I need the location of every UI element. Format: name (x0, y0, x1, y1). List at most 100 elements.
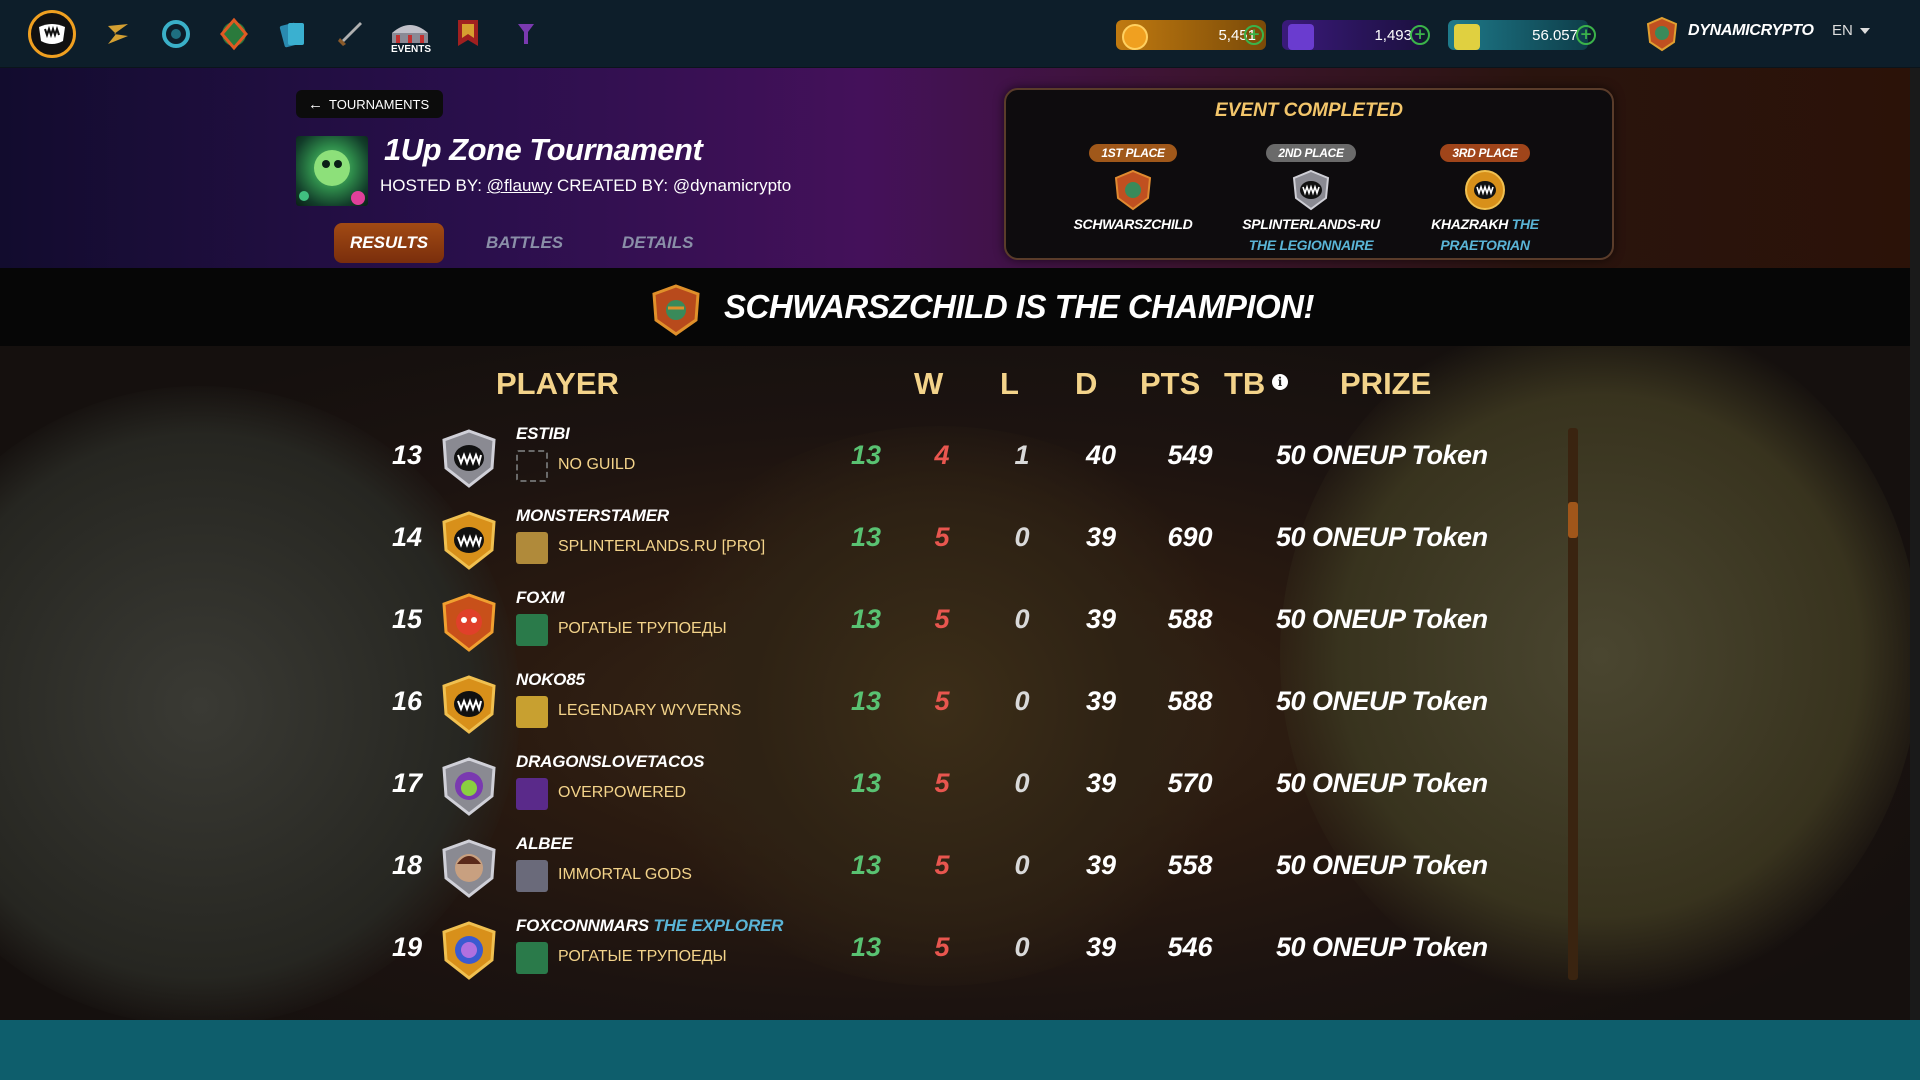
add-credits-button[interactable]: + (1576, 25, 1596, 45)
sword-icon[interactable] (328, 12, 372, 56)
guild-crest-icon (516, 532, 548, 564)
cards-icon[interactable] (270, 12, 314, 56)
points: 39 (1085, 604, 1117, 634)
user-avatar[interactable] (1645, 16, 1679, 52)
player-avatar (442, 839, 496, 898)
player-name[interactable]: DRAGONSLOVETACOS (516, 752, 704, 772)
guild-name[interactable]: OVERPOWERED (558, 784, 686, 802)
credits-balance[interactable]: 56.057 (1448, 20, 1588, 50)
guild-banner-icon[interactable] (446, 12, 490, 56)
first-place-name: SCHWARSZCHILD (1073, 216, 1193, 232)
prize: 50 ONEUP Token (1276, 932, 1488, 962)
player-name[interactable]: NOKO85 (516, 670, 585, 690)
prize: 50 ONEUP Token (1276, 768, 1488, 798)
host-info: HOSTED BY: @flauwy CREATED BY: @dynamicr… (380, 176, 791, 196)
draws: 0 (1014, 686, 1030, 716)
credits-icon (1454, 24, 1480, 50)
draws: 0 (1014, 850, 1030, 880)
wins: 13 (850, 850, 882, 880)
col-header-d: D (1075, 366, 1098, 401)
points: 40 (1085, 440, 1117, 470)
add-sps-button[interactable]: + (1410, 25, 1430, 45)
battle-icon[interactable] (96, 12, 140, 56)
page-scrollbar[interactable] (1910, 68, 1920, 1020)
back-to-tournaments-button[interactable]: ← TOURNAMENTS (296, 90, 444, 118)
player-avatar (442, 675, 496, 734)
results-scrollbar-thumb[interactable] (1568, 502, 1578, 538)
tab-battles[interactable]: BATTLES (470, 223, 579, 263)
losses: 4 (934, 440, 950, 470)
splinterlands-logo-icon[interactable] (28, 10, 76, 58)
back-label: TOURNAMENTS (329, 96, 430, 112)
player-name[interactable]: FOXM (516, 588, 565, 608)
top-nav: EVENTS 5,451 + 1,493 + 56.057 + DYNAMICR… (0, 0, 1920, 68)
wins: 13 (850, 440, 882, 470)
prize: 50 ONEUP Token (1276, 440, 1488, 470)
land-icon[interactable] (212, 12, 256, 56)
tab-results[interactable]: RESULTS (334, 223, 445, 263)
draws: 0 (1014, 522, 1030, 552)
tiebreak: 588 (1167, 686, 1213, 716)
tiebreak: 570 (1167, 768, 1213, 798)
more-icon[interactable] (504, 12, 548, 56)
table-row[interactable]: 15 FOXM РОГАТЫЕ ТРУПОЕДЫ 13 5 0 39 588 5… (0, 584, 1910, 666)
rank: 14 (392, 522, 423, 552)
table-row[interactable]: 18 ALBEE IMMORTAL GODS 13 5 0 39 558 50 … (0, 830, 1910, 912)
guild-name[interactable]: РОГАТЫЕ ТРУПОЕДЫ (558, 620, 727, 638)
player-name[interactable]: ESTIBI (516, 424, 570, 444)
second-place-name: SPLINTERLANDS-RU (1242, 216, 1380, 232)
player-avatar (442, 511, 496, 570)
portal-icon[interactable] (154, 12, 198, 56)
rank: 19 (392, 932, 423, 962)
player-name[interactable]: MONSTERSTAMER (516, 506, 669, 526)
draws: 0 (1014, 768, 1030, 798)
player-name-text: DRAGONSLOVETACOS (516, 752, 705, 771)
col-header-l: L (1000, 366, 1019, 401)
player-name[interactable]: FOXCONNMARS THE EXPLORER (516, 916, 783, 936)
losses: 5 (934, 850, 950, 880)
first-place-badge: 1ST PLACE (1089, 144, 1177, 162)
host-link[interactable]: @flauwy (487, 176, 552, 195)
table-row[interactable]: 13 ESTIBI NO GUILD 13 4 1 40 549 50 ONEU… (0, 420, 1910, 502)
tab-details[interactable]: DETAILS (606, 223, 709, 263)
tournament-header (0, 68, 1920, 268)
tiebreak: 690 (1167, 522, 1213, 552)
guild-name[interactable]: IMMORTAL GODS (558, 866, 692, 884)
tb-info-icon[interactable]: i (1272, 374, 1288, 390)
second-place[interactable]: 2ND PLACE SPLINTERLANDS-RU THE LEGIONNAIR… (1226, 142, 1396, 256)
arrow-left-icon: ← (308, 95, 323, 113)
points: 39 (1085, 522, 1117, 552)
sps-balance[interactable]: 1,493 (1282, 20, 1422, 50)
first-place[interactable]: 1ST PLACE SCHWARSZCHILD (1048, 142, 1218, 235)
event-completed-title: EVENT COMPLETED (1215, 100, 1403, 121)
tiebreak: 549 (1167, 440, 1213, 470)
player-name-text: ALBEE (516, 834, 573, 853)
language-select[interactable]: EN (1832, 22, 1853, 39)
chevron-down-icon[interactable] (1860, 28, 1870, 34)
rank: 18 (392, 850, 423, 880)
guild-name[interactable]: NO GUILD (558, 456, 635, 474)
add-dec-button[interactable]: + (1244, 25, 1264, 45)
col-header-prize: PRIZE (1340, 366, 1432, 401)
third-place[interactable]: 3RD PLACE KHAZRAKH THE PRAETORIAN (1400, 142, 1570, 256)
username[interactable]: DYNAMICRYPTO (1688, 22, 1814, 40)
guild-name[interactable]: РОГАТЫЕ ТРУПОЕДЫ (558, 948, 727, 966)
table-row[interactable]: 17 DRAGONSLOVETACOS OVERPOWERED 13 5 0 3… (0, 748, 1910, 830)
credits-value: 56.057 (1532, 26, 1578, 44)
draws: 0 (1014, 932, 1030, 962)
table-row[interactable]: 14 MONSTERSTAMER SPLINTERLANDS.RU [PRO] … (0, 502, 1910, 584)
points: 39 (1085, 768, 1117, 798)
prize: 50 ONEUP Token (1276, 604, 1488, 634)
guild-crest-icon (516, 614, 548, 646)
player-name[interactable]: ALBEE (516, 834, 573, 854)
losses: 5 (934, 522, 950, 552)
third-place-badge: 3RD PLACE (1440, 144, 1530, 162)
guild-name[interactable]: SPLINTERLANDS.RU [PRO] (558, 538, 765, 556)
table-row[interactable]: 19 FOXCONNMARS THE EXPLORER РОГАТЫЕ ТРУП… (0, 912, 1910, 994)
guild-name[interactable]: LEGENDARY WYVERNS (558, 702, 741, 720)
losses: 5 (934, 768, 950, 798)
wins: 13 (850, 932, 882, 962)
wins: 13 (850, 686, 882, 716)
table-row[interactable]: 16 NOKO85 LEGENDARY WYVERNS 13 5 0 39 58… (0, 666, 1910, 748)
events-label[interactable]: EVENTS (388, 44, 434, 55)
